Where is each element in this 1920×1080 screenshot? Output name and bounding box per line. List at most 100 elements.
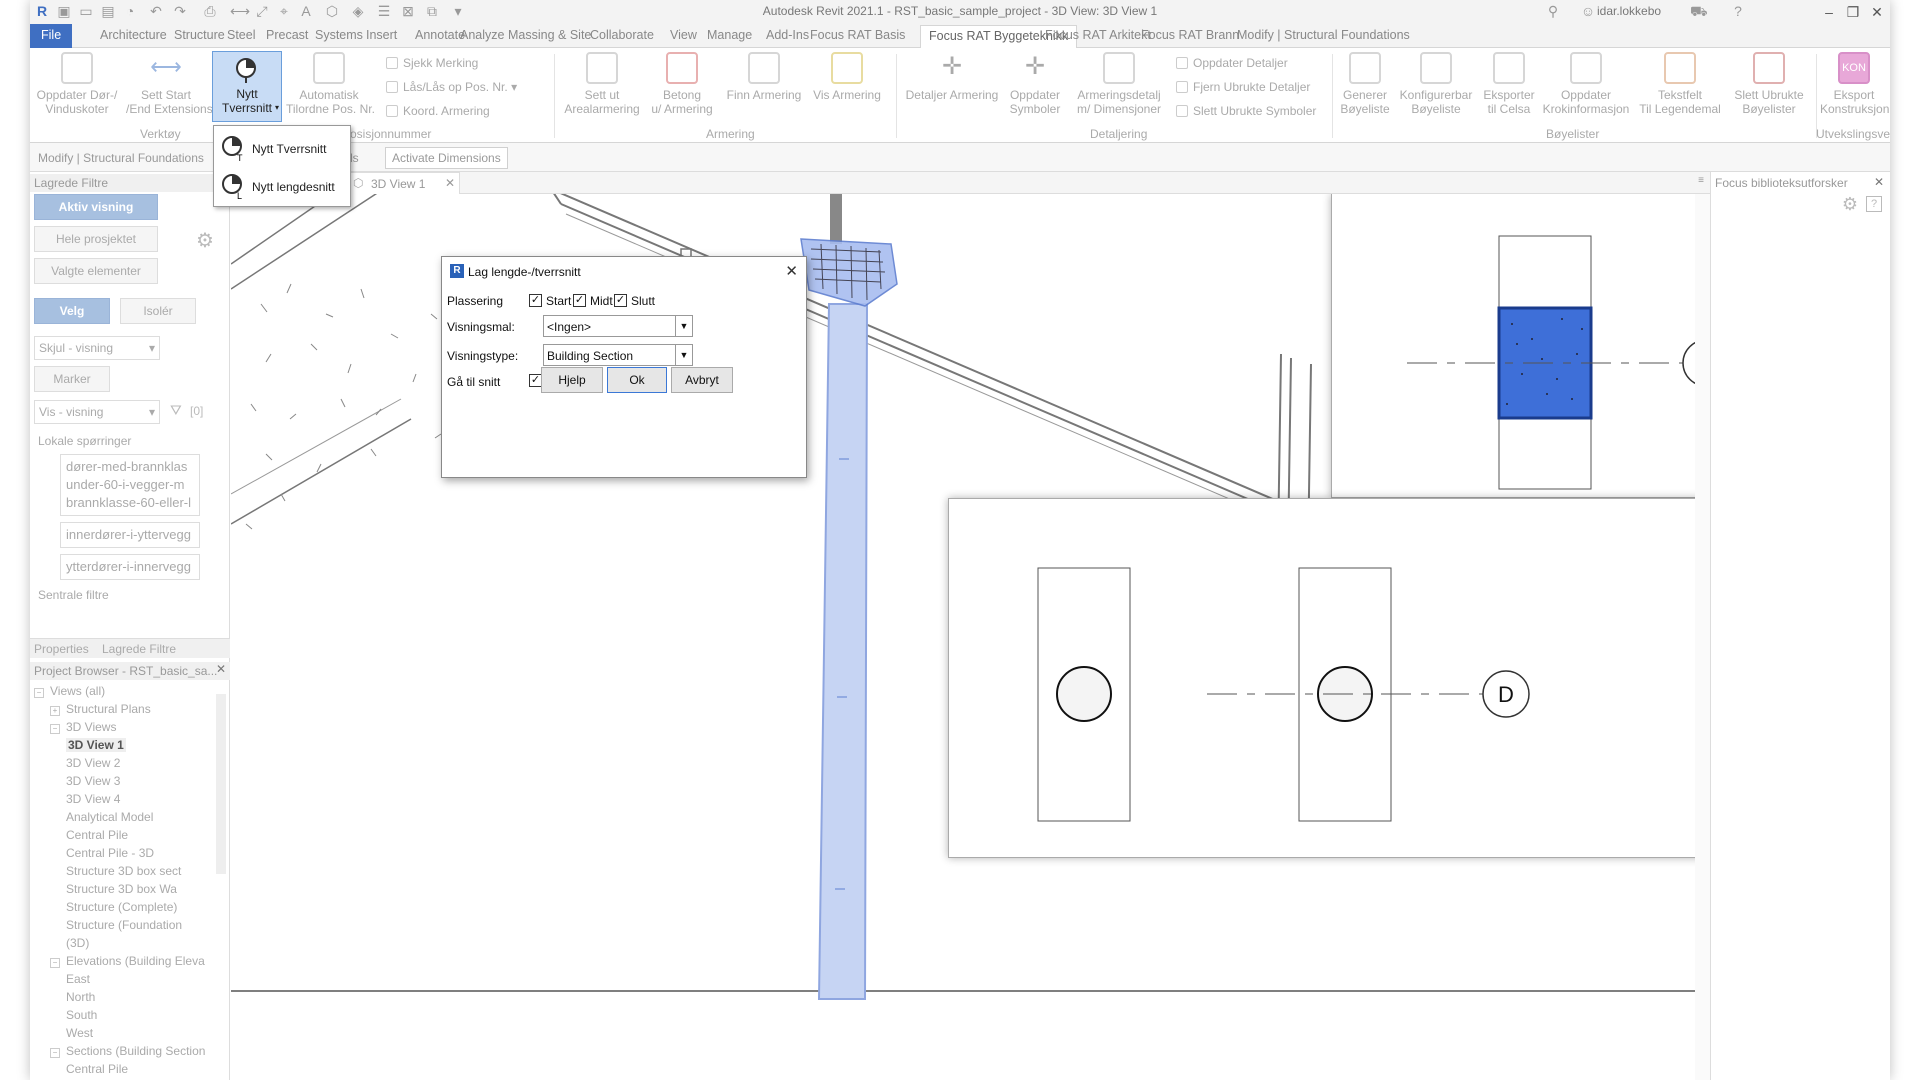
tab-focus-rat-arkitekt[interactable]: Focus RAT Arkitekt	[1045, 28, 1151, 42]
slett-boyelister-button[interactable]: Slett Ubrukte Bøyelister	[1728, 52, 1810, 116]
tree-item[interactable]: North	[66, 990, 95, 1004]
hjelp-button[interactable]: Hjelp	[541, 367, 603, 393]
tab-massing-site[interactable]: Massing & Site	[508, 28, 591, 42]
tree-item[interactable]: Central Pile	[66, 1062, 128, 1076]
central-pile[interactable]	[817, 303, 869, 1000]
tab-precast[interactable]: Precast	[266, 28, 308, 42]
detaljer-armering-button[interactable]: ✛ Detaljer Armering	[902, 52, 1002, 102]
tekstfelt-button[interactable]: Tekstfelt Til Legendemal	[1634, 52, 1726, 116]
query-item[interactable]: dører-med-brannklas under-60-i-vegger-m …	[60, 454, 200, 516]
skjul-dropdown[interactable]: Skjul - visning ▾	[34, 336, 160, 360]
collapse-icon[interactable]: −	[50, 724, 60, 734]
vertical-scrollbar[interactable]	[1695, 194, 1710, 1080]
tab-analyze[interactable]: Analyze	[460, 28, 504, 42]
tree-item[interactable]: −3D Views	[50, 720, 116, 734]
tab-systems[interactable]: Systems	[315, 28, 363, 42]
sett-start-button[interactable]: ⟷ Sett Start /End Extensions	[126, 52, 213, 116]
tree-item[interactable]: 3D View 4	[66, 792, 120, 806]
query-item[interactable]: innerdører-i-yttervegg	[60, 522, 200, 548]
menu-item-nytt-lengdesnitt[interactable]: L Nytt lengdesnitt	[220, 168, 346, 204]
start-checkbox[interactable]: ✓	[529, 294, 542, 307]
query-item[interactable]: ytterdører-i-innervegg	[60, 554, 200, 580]
tree-item[interactable]: South	[66, 1008, 97, 1022]
dialog-close-icon[interactable]: ✕	[785, 262, 798, 280]
sjekk-merking-button[interactable]: Sjekk Merking	[386, 56, 478, 70]
sett-ut-button[interactable]: Sett ut Arealarmering	[560, 52, 644, 116]
tree-item[interactable]: − Sections (Building Section	[50, 1044, 205, 1058]
browser-scrollbar[interactable]	[216, 694, 226, 874]
armeringsdetalj-button[interactable]: Armeringsdetalj m/ Dimensjoner	[1070, 52, 1168, 116]
tab-focus-rat-brann[interactable]: Focus RAT Brann	[1141, 28, 1239, 42]
generer-button[interactable]: Generer Bøyeliste	[1334, 52, 1396, 116]
collapse-icon[interactable]: −	[50, 958, 60, 968]
tab-collaborate[interactable]: Collaborate	[590, 28, 654, 42]
tab-focus-rat-basis[interactable]: Focus RAT Basis	[810, 28, 905, 42]
tab-view[interactable]: View	[670, 28, 697, 42]
tree-item[interactable]: 3D View 2	[66, 756, 120, 770]
filter-icon[interactable]: ⛛	[170, 402, 182, 419]
fjern-ubrukte-button[interactable]: Fjern Ubrukte Detaljer	[1176, 80, 1310, 94]
tab-file[interactable]: File	[30, 24, 73, 48]
marker-button[interactable]: Marker	[34, 366, 110, 392]
collapse-icon[interactable]: −	[50, 1048, 60, 1058]
tree-item[interactable]: Structure 3D box Wa	[66, 882, 177, 896]
vis-armering-button[interactable]: Vis Armering	[810, 52, 884, 102]
eksport-konstruksjon-button[interactable]: KON Eksport Konstruksjon	[1820, 52, 1889, 116]
visningstype-select[interactable]: Building Section ▼	[543, 344, 693, 366]
menu-item-nytt-tverrsnitt[interactable]: T Nytt Tverrsnitt	[220, 130, 346, 166]
tabs-menu-icon[interactable]: ≡	[1698, 175, 1704, 186]
las-pos-button[interactable]: Lås/Lås op Pos. Nr. ▾	[386, 80, 517, 94]
dropdown-arrow-icon[interactable]: ▾	[275, 101, 279, 115]
tree-item[interactable]: Analytical Model	[66, 810, 153, 824]
tree-item[interactable]: − Views (all)	[34, 684, 105, 698]
tab-add-ins[interactable]: Add-Ins	[766, 28, 809, 42]
close-icon[interactable]: ✕	[216, 662, 226, 676]
tab-manage[interactable]: Manage	[707, 28, 752, 42]
oppdater-dor-button[interactable]: Oppdater Dør-/ Vinduskoter	[34, 52, 120, 116]
close-icon[interactable]: ✕	[1874, 175, 1884, 189]
binoculars-icon[interactable]: ⚲	[1545, 3, 1561, 19]
tree-item[interactable]: − Elevations (Building Eleva	[50, 954, 205, 968]
tab-steel[interactable]: Steel	[227, 28, 256, 42]
isoler-button[interactable]: Isolér	[120, 298, 196, 324]
activate-dimensions-button[interactable]: Activate Dimensions	[385, 147, 508, 169]
tree-item[interactable]: West	[66, 1026, 93, 1040]
tree-item[interactable]: Structure (Complete)	[66, 900, 177, 914]
betong-button[interactable]: Betong u/ Armering	[646, 52, 718, 116]
collapse-icon[interactable]: −	[34, 688, 44, 698]
aktiv-visning-button[interactable]: Aktiv visning	[34, 194, 158, 220]
help-icon[interactable]: ?	[1730, 3, 1746, 19]
tree-item[interactable]: Structure (Foundation	[66, 918, 182, 932]
finn-armering-button[interactable]: Finn Armering	[722, 52, 806, 102]
ok-button[interactable]: Ok	[607, 367, 667, 393]
tree-item[interactable]: 3D View 3	[66, 774, 120, 788]
visningsmal-select[interactable]: <Ingen> ▼	[543, 315, 693, 337]
tab-lagrede-filtre[interactable]: Lagrede Filtre	[102, 642, 176, 656]
velg-button[interactable]: Velg	[34, 298, 110, 324]
help-icon[interactable]: ?	[1866, 196, 1882, 212]
oppdater-krok-button[interactable]: Oppdater Krokinformasjon	[1540, 52, 1632, 116]
hele-prosjektet-button[interactable]: Hele prosjektet	[34, 226, 158, 252]
minimize-icon[interactable]: –	[1818, 2, 1840, 22]
konfigurerbar-button[interactable]: Konfigurerbar Bøyeliste	[1396, 52, 1476, 116]
midt-checkbox[interactable]: ✓	[573, 294, 586, 307]
valgte-elementer-button[interactable]: Valgte elementer	[34, 258, 158, 284]
avbryt-button[interactable]: Avbryt	[671, 367, 733, 393]
tab-structure[interactable]: Structure	[174, 28, 225, 42]
tree-item[interactable]: 3D View 1	[66, 738, 126, 752]
gear-icon[interactable]: ⚙	[196, 228, 214, 253]
eksporter-celsa-button[interactable]: Eksporter til Celsa	[1478, 52, 1540, 116]
automatisk-button[interactable]: Automatisk Tilordne Pos. Nr.	[286, 52, 375, 116]
slutt-checkbox[interactable]: ✓	[614, 294, 627, 307]
tab-modify-structural-foundations[interactable]: Modify | Structural Foundations	[1237, 28, 1410, 42]
tab-architecture[interactable]: Architecture	[100, 28, 167, 42]
oppdater-detaljer-button[interactable]: Oppdater Detaljer	[1176, 56, 1288, 70]
tab-3d-view-1[interactable]: ⬡ 3D View 1 ✕	[346, 172, 460, 194]
user-icon[interactable]: ☺	[1580, 3, 1596, 19]
tab-insert[interactable]: Insert	[366, 28, 397, 42]
close-tab-icon[interactable]: ✕	[445, 176, 455, 190]
gear-icon[interactable]: ⚙	[1842, 194, 1858, 215]
vis-dropdown[interactable]: Vis - visning ▾	[34, 400, 160, 424]
tree-item[interactable]: Central Pile - 3D	[66, 846, 154, 860]
tree-item[interactable]: + Structural Plans	[50, 702, 151, 716]
